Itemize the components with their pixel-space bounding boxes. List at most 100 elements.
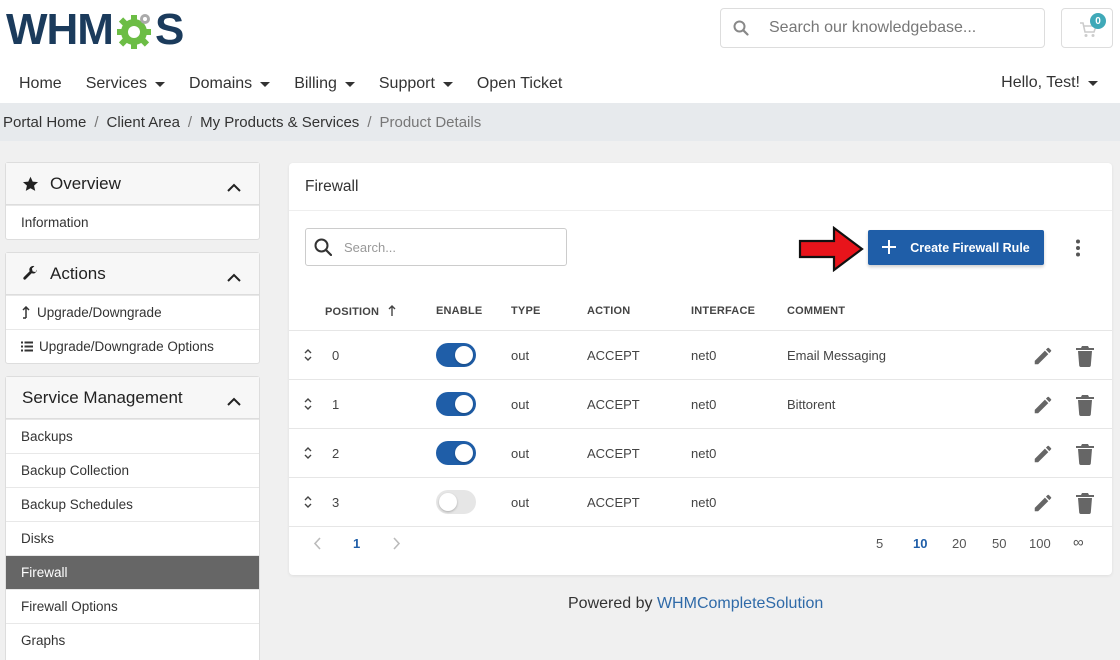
cell-type: out bbox=[511, 348, 530, 363]
nav-billing-label: Billing bbox=[294, 75, 337, 92]
sidebar-item-information[interactable]: Information bbox=[6, 205, 259, 239]
nav-domains[interactable]: Domains bbox=[189, 75, 271, 93]
column-interface[interactable]: INTERFACE bbox=[691, 305, 755, 317]
cell-action: ACCEPT bbox=[587, 495, 640, 510]
column-enable[interactable]: ENABLE bbox=[436, 305, 482, 317]
column-comment[interactable]: COMMENT bbox=[787, 305, 845, 317]
nav-home-label: Home bbox=[19, 75, 62, 92]
prev-page-icon[interactable] bbox=[313, 537, 322, 550]
panel-header-service-management[interactable]: Service Management bbox=[6, 377, 259, 419]
sidebar-item-backup-schedules[interactable]: Backup Schedules bbox=[6, 487, 259, 521]
sidebar-item-label: Upgrade/Downgrade bbox=[37, 305, 162, 320]
more-options-icon[interactable] bbox=[1075, 239, 1081, 257]
drag-sort-icon[interactable] bbox=[303, 397, 313, 411]
nav-home[interactable]: Home bbox=[19, 75, 62, 93]
page-size-10[interactable]: 10 bbox=[913, 536, 927, 551]
cart-button[interactable]: 0 bbox=[1061, 8, 1113, 48]
page-size-20[interactable]: 20 bbox=[952, 536, 966, 551]
sidebar-panel-overview: Overview Information bbox=[5, 162, 260, 240]
user-menu[interactable]: Hello, Test! bbox=[1001, 74, 1098, 92]
edit-icon[interactable] bbox=[1032, 492, 1054, 514]
cell-action: ACCEPT bbox=[587, 446, 640, 461]
caret-down-icon bbox=[155, 81, 166, 87]
drag-sort-icon[interactable] bbox=[303, 348, 313, 362]
sidebar-item-upgrade-downgrade-options[interactable]: Upgrade/Downgrade Options bbox=[6, 329, 259, 363]
enable-toggle[interactable] bbox=[436, 343, 476, 367]
column-position[interactable]: POSITION bbox=[325, 305, 396, 318]
toggle-knob bbox=[439, 493, 457, 511]
sidebar-item-backups[interactable]: Backups bbox=[6, 419, 259, 453]
nav-services[interactable]: Services bbox=[86, 75, 166, 93]
page-number[interactable]: 1 bbox=[353, 536, 360, 551]
page-size-50[interactable]: 50 bbox=[992, 536, 1006, 551]
page-size-100[interactable]: 100 bbox=[1029, 536, 1051, 551]
list-icon bbox=[21, 341, 33, 352]
panel-title-overview: Overview bbox=[50, 173, 121, 193]
breadcrumb-separator: / bbox=[187, 113, 193, 131]
column-label: POSITION bbox=[325, 306, 380, 318]
sidebar-item-label: Backup Schedules bbox=[21, 497, 133, 512]
drag-sort-icon[interactable] bbox=[303, 495, 313, 509]
sidebar-item-backup-collection[interactable]: Backup Collection bbox=[6, 453, 259, 487]
red-arrow-annotation bbox=[798, 226, 864, 272]
next-page-icon[interactable] bbox=[392, 537, 401, 550]
knowledgebase-search[interactable] bbox=[720, 8, 1045, 48]
table-row: 1 out ACCEPT net0 Bittorent bbox=[289, 380, 1112, 429]
nav-open-ticket[interactable]: Open Ticket bbox=[477, 75, 562, 93]
breadcrumb-portal-home[interactable]: Portal Home bbox=[3, 114, 86, 131]
cell-position: 0 bbox=[332, 348, 340, 363]
chevron-up-icon[interactable] bbox=[227, 177, 241, 197]
delete-icon[interactable] bbox=[1075, 345, 1095, 367]
chevron-up-icon[interactable] bbox=[227, 391, 241, 411]
nav-billing[interactable]: Billing bbox=[294, 75, 355, 93]
whmcs-logo[interactable]: WHM S bbox=[6, 5, 184, 54]
delete-icon[interactable] bbox=[1075, 394, 1095, 416]
create-firewall-rule-button[interactable]: Create Firewall Rule bbox=[868, 230, 1044, 265]
sidebar-item-label: Firewall Options bbox=[21, 599, 118, 614]
sidebar-item-firewall[interactable]: Firewall bbox=[6, 555, 259, 589]
cell-interface: net0 bbox=[691, 397, 717, 412]
cell-action: ACCEPT bbox=[587, 397, 640, 412]
logo-text-right: S bbox=[154, 5, 184, 54]
cell-position: 3 bbox=[332, 495, 340, 510]
delete-icon[interactable] bbox=[1075, 492, 1095, 514]
firewall-search[interactable] bbox=[305, 228, 567, 266]
enable-toggle[interactable] bbox=[436, 392, 476, 416]
breadcrumb-my-products[interactable]: My Products & Services bbox=[200, 114, 359, 131]
delete-icon[interactable] bbox=[1075, 443, 1095, 465]
edit-icon[interactable] bbox=[1032, 394, 1054, 416]
column-type[interactable]: TYPE bbox=[511, 305, 541, 317]
column-action[interactable]: ACTION bbox=[587, 305, 630, 317]
cell-action: ACCEPT bbox=[587, 348, 640, 363]
breadcrumb-client-area[interactable]: Client Area bbox=[107, 114, 180, 131]
chevron-up-icon[interactable] bbox=[227, 267, 241, 287]
enable-toggle[interactable] bbox=[436, 441, 476, 465]
logo-text-left: WHM bbox=[6, 5, 114, 54]
firewall-search-input[interactable] bbox=[340, 239, 550, 255]
sidebar-item-label: Upgrade/Downgrade Options bbox=[39, 339, 214, 354]
panel-header-actions[interactable]: Actions bbox=[6, 253, 259, 295]
cell-interface: net0 bbox=[691, 495, 717, 510]
caret-down-icon bbox=[1088, 80, 1098, 86]
page-size-all[interactable]: ∞ bbox=[1073, 534, 1084, 551]
table-row: 0 out ACCEPT net0 Email Messaging bbox=[289, 331, 1112, 380]
nav-support[interactable]: Support bbox=[379, 75, 453, 93]
page-size-5[interactable]: 5 bbox=[876, 536, 883, 551]
edit-icon[interactable] bbox=[1032, 345, 1054, 367]
cell-position: 1 bbox=[332, 397, 340, 412]
enable-toggle[interactable] bbox=[436, 490, 476, 514]
sidebar-item-upgrade-downgrade[interactable]: Upgrade/Downgrade bbox=[6, 295, 259, 329]
drag-sort-icon[interactable] bbox=[303, 446, 313, 460]
sidebar-item-firewall-options[interactable]: Firewall Options bbox=[6, 589, 259, 623]
panel-header-overview[interactable]: Overview bbox=[6, 163, 259, 205]
cell-comment: Bittorent bbox=[787, 397, 836, 412]
sidebar-item-graphs[interactable]: Graphs bbox=[6, 623, 259, 657]
wrench-icon bbox=[22, 265, 42, 282]
breadcrumb: Portal Home / Client Area / My Products … bbox=[0, 103, 1120, 141]
knowledgebase-search-input[interactable] bbox=[761, 19, 1031, 37]
panel-title-service-management: Service Management bbox=[22, 387, 183, 407]
powered-by-link[interactable]: WHMCompleteSolution bbox=[657, 595, 823, 612]
sidebar-item-disks[interactable]: Disks bbox=[6, 521, 259, 555]
breadcrumb-separator: / bbox=[367, 113, 372, 131]
edit-icon[interactable] bbox=[1032, 443, 1054, 465]
